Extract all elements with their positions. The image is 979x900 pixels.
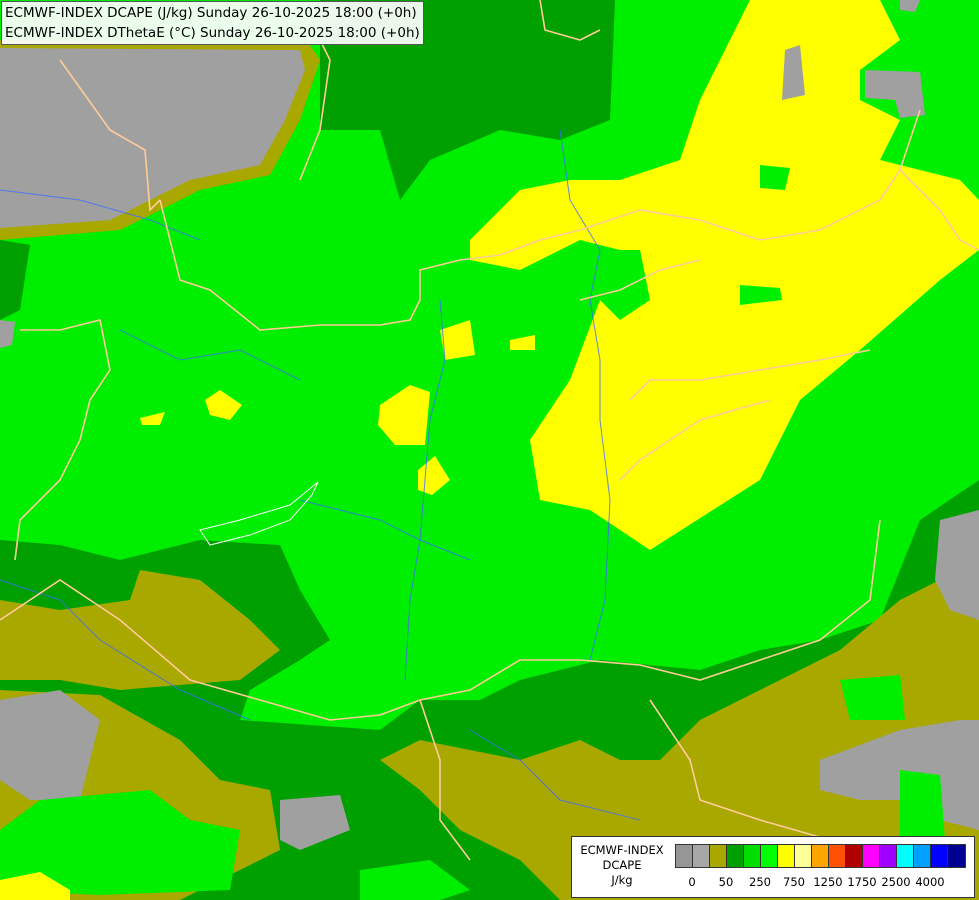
dcape-map (0, 0, 979, 900)
legend-tick-label: 4000 (915, 875, 945, 889)
title-dthetae: ECMWF-INDEX DThetaE (°C) Sunday 26-10-20… (5, 25, 420, 41)
legend-tick-label: 2500 (881, 875, 911, 889)
title-dcape: ECMWF-INDEX DCAPE (J/kg) Sunday 26-10-20… (5, 5, 417, 21)
legend-tick-label: 1250 (813, 875, 843, 889)
legend-swatch (778, 845, 795, 867)
legend-swatch (676, 845, 693, 867)
legend-swatch (863, 845, 880, 867)
legend-model: ECMWF-INDEX (580, 843, 664, 857)
legend-tick-label: 250 (749, 875, 771, 889)
legend-ticks: 0 50 250 750 1250 1750 2500 4000 (675, 875, 975, 891)
legend-tick-label: 1750 (847, 875, 877, 889)
legend-param: DCAPE (602, 858, 642, 872)
legend-swatch (710, 845, 727, 867)
legend-tick-label: 0 (688, 875, 696, 889)
map-title-box: ECMWF-INDEX DCAPE (J/kg) Sunday 26-10-20… (1, 1, 424, 45)
legend-swatch (897, 845, 914, 867)
legend-swatch (744, 845, 761, 867)
green-patch-east3 (760, 165, 790, 190)
green-se-1 (840, 675, 905, 720)
legend-swatch (829, 845, 846, 867)
legend-swatch (948, 845, 965, 867)
legend-tick-label: 50 (718, 875, 734, 889)
legend-swatch (846, 845, 863, 867)
legend-swatch (727, 845, 744, 867)
legend-label: ECMWF-INDEX DCAPE J/kg (574, 843, 670, 888)
legend-tick-label: 750 (783, 875, 805, 889)
legend-swatch (931, 845, 948, 867)
green-se-2 (900, 770, 945, 840)
color-legend: ECMWF-INDEX DCAPE J/kg 0 50 250 750 1250 1750… (571, 836, 975, 898)
legend-swatch (761, 845, 778, 867)
legend-swatch (914, 845, 931, 867)
legend-swatch (693, 845, 710, 867)
legend-unit: J/kg (611, 873, 633, 887)
legend-swatches (675, 844, 966, 868)
legend-swatch (795, 845, 812, 867)
legend-swatch (812, 845, 829, 867)
legend-swatch (880, 845, 897, 867)
